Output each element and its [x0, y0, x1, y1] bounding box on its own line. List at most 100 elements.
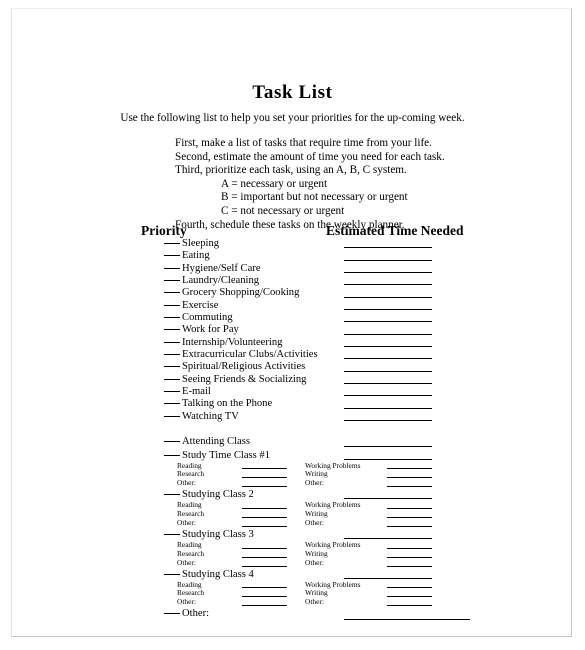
subtask-blank-line-right[interactable]	[387, 516, 432, 518]
priority-blank-line[interactable]	[164, 366, 180, 368]
subtask-blank-line-right[interactable]	[387, 508, 432, 510]
estimated-time-blank-line[interactable]	[344, 537, 432, 539]
subtask-blank-line-left[interactable]	[242, 587, 287, 589]
study-subtask-row[interactable]: Other: Other:	[164, 558, 564, 568]
subtask-blank-line-left[interactable]	[242, 525, 287, 527]
estimated-time-blank-line[interactable]	[344, 259, 432, 261]
task-row[interactable]: Hygiene/Self Care	[164, 263, 564, 275]
study-subtask-row[interactable]: Research Writing	[164, 509, 564, 519]
estimated-time-blank-line[interactable]	[344, 333, 432, 335]
task-row[interactable]: Commuting	[164, 312, 564, 324]
task-row[interactable]: Exercise	[164, 300, 564, 312]
task-row[interactable]: Watching TV	[164, 411, 564, 423]
subtask-blank-line-left[interactable]	[242, 516, 287, 518]
study-subtask-row[interactable]: Research Writing	[164, 549, 564, 559]
study-subtask-row[interactable]: Research Writing	[164, 589, 564, 598]
subtask-blank-line-right[interactable]	[387, 468, 432, 470]
priority-blank-line[interactable]	[164, 354, 180, 356]
study-subtask-row[interactable]: Other: Other:	[164, 518, 564, 528]
estimated-time-blank-line[interactable]	[344, 445, 432, 447]
estimated-time-blank-line[interactable]	[344, 284, 432, 286]
subtask-blank-line-right[interactable]	[387, 525, 432, 527]
estimated-time-blank-line[interactable]	[344, 577, 432, 579]
estimated-time-blank-line[interactable]	[344, 309, 432, 311]
study-block-header[interactable]: Studying Class 3	[164, 528, 564, 541]
task-row[interactable]: Spiritual/Religious Activities	[164, 361, 564, 373]
subtask-blank-line-right[interactable]	[387, 477, 432, 479]
priority-blank-line[interactable]	[164, 378, 180, 380]
priority-blank-line[interactable]	[164, 292, 180, 294]
study-block-header[interactable]: Studying Class 4	[164, 568, 564, 581]
estimated-time-blank-line[interactable]	[344, 296, 432, 298]
priority-blank-line[interactable]	[164, 533, 180, 535]
study-subtask-row[interactable]: Reading Working Problems	[164, 461, 564, 471]
study-block-header[interactable]: Studying Class 2	[164, 488, 564, 501]
subtask-blank-line-left[interactable]	[242, 468, 287, 470]
priority-blank-line[interactable]	[164, 255, 180, 257]
priority-blank-line[interactable]	[164, 454, 180, 456]
estimated-time-blank-line[interactable]	[344, 321, 432, 323]
priority-blank-line[interactable]	[164, 441, 180, 443]
priority-blank-line[interactable]	[164, 267, 180, 269]
estimated-time-blank-line[interactable]	[344, 383, 432, 385]
estimated-time-blank-line[interactable]	[344, 358, 432, 360]
estimated-time-blank-line[interactable]	[344, 395, 432, 397]
task-row[interactable]: Eating	[164, 250, 564, 262]
task-row[interactable]: Sleeping	[164, 238, 564, 250]
subtask-blank-line-right[interactable]	[387, 556, 432, 558]
task-row[interactable]: E-mail	[164, 386, 564, 398]
study-time-blocks: Study Time Class #1 Reading Working Proble…	[164, 449, 564, 608]
task-row[interactable]: Grocery Shopping/Cooking	[164, 287, 564, 299]
estimated-time-blank-line[interactable]	[344, 458, 432, 460]
priority-blank-line[interactable]	[164, 494, 180, 496]
priority-blank-line[interactable]	[164, 341, 180, 343]
estimated-time-blank-line[interactable]	[344, 407, 432, 409]
study-subtask-row[interactable]: Other: Other:	[164, 597, 564, 607]
estimated-time-blank-line[interactable]	[344, 370, 432, 372]
priority-blank-line[interactable]	[164, 391, 180, 393]
priority-blank-line[interactable]	[164, 573, 180, 575]
study-block-header[interactable]: Study Time Class #1	[164, 449, 564, 462]
priority-blank-line[interactable]	[164, 403, 180, 405]
estimated-time-blank-line[interactable]	[344, 346, 432, 348]
study-subtask-row[interactable]: Reading Working Problems	[164, 540, 564, 550]
subtask-blank-line-left[interactable]	[242, 565, 287, 567]
subtask-blank-line-left[interactable]	[242, 605, 287, 607]
priority-blank-line[interactable]	[164, 304, 180, 306]
priority-blank-line[interactable]	[164, 317, 180, 319]
subtask-blank-line-left[interactable]	[242, 486, 287, 488]
subtask-blank-line-left[interactable]	[242, 547, 287, 549]
task-row-final-other[interactable]: Other:	[164, 607, 564, 621]
task-row[interactable]: Internship/Volunteering	[164, 337, 564, 349]
priority-blank-line[interactable]	[164, 415, 180, 417]
priority-blank-line[interactable]	[164, 329, 180, 331]
task-row[interactable]: Talking on the Phone	[164, 398, 564, 410]
subtask-blank-line-left[interactable]	[242, 477, 287, 479]
priority-blank-line[interactable]	[164, 613, 180, 615]
priority-blank-line[interactable]	[164, 243, 180, 244]
task-row[interactable]: Seeing Friends & Socializing	[164, 374, 564, 386]
subtask-blank-line-right[interactable]	[387, 486, 432, 488]
subtask-blank-line-left[interactable]	[242, 508, 287, 510]
task-row[interactable]: Work for Pay	[164, 324, 564, 336]
subtask-blank-line-right[interactable]	[387, 587, 432, 589]
subtask-blank-line-right[interactable]	[387, 565, 432, 567]
study-subtask-row[interactable]: Reading Working Problems	[164, 500, 564, 510]
task-row[interactable]: Laundry/Cleaning	[164, 275, 564, 287]
estimated-time-blank-line[interactable]	[344, 420, 432, 422]
subtask-blank-line-left[interactable]	[242, 556, 287, 558]
study-subtask-row[interactable]: Research Writing	[164, 469, 564, 479]
estimated-time-blank-line-long[interactable]	[344, 619, 470, 621]
study-subtask-row[interactable]: Reading Working Problems	[164, 580, 564, 590]
estimated-time-blank-line[interactable]	[344, 247, 432, 249]
task-row-attending-class[interactable]: Attending Class	[164, 436, 564, 448]
task-row[interactable]: Extracurricular Clubs/Activities	[164, 349, 564, 361]
subtask-blank-line-right[interactable]	[387, 547, 432, 549]
priority-blank-line[interactable]	[164, 280, 180, 282]
estimated-time-blank-line[interactable]	[344, 272, 432, 274]
subtask-blank-line-left[interactable]	[242, 596, 287, 598]
subtask-blank-line-right[interactable]	[387, 596, 432, 598]
study-subtask-row[interactable]: Other: Other:	[164, 478, 564, 488]
subtask-blank-line-right[interactable]	[387, 605, 432, 607]
estimated-time-blank-line[interactable]	[344, 498, 432, 500]
